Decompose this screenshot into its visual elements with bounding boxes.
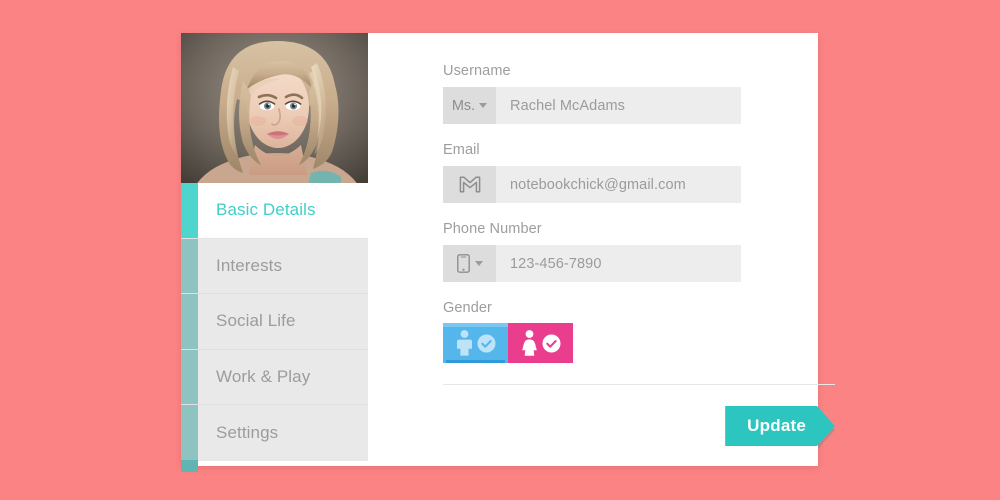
profile-photo — [181, 33, 368, 183]
indicator-bar — [181, 294, 198, 349]
email-label: Email — [443, 142, 480, 158]
indicator-bar — [181, 405, 198, 461]
sidebar: Basic Details Interests Social Life Work… — [181, 33, 368, 472]
sidebar-item-work-and-play[interactable]: Work & Play — [181, 349, 368, 405]
gender-option-male[interactable] — [443, 323, 508, 363]
sidebar-item-label: Settings — [216, 422, 279, 442]
male-figure-icon — [457, 330, 472, 356]
sidebar-nav: Basic Details Interests Social Life Work… — [181, 183, 368, 461]
gender-option-female[interactable] — [508, 323, 573, 363]
sidebar-item-basic-details[interactable]: Basic Details — [181, 183, 368, 239]
username-label: Username — [443, 63, 511, 79]
gmail-icon — [443, 166, 496, 203]
email-input-row[interactable]: notebookchick@gmail.com — [443, 166, 741, 203]
phone-input[interactable]: 123-456-7890 — [496, 245, 741, 282]
email-input[interactable]: notebookchick@gmail.com — [496, 166, 741, 203]
smartphone-icon — [456, 254, 470, 273]
title-select-value: Ms. — [451, 97, 476, 114]
check-circle-icon — [542, 334, 561, 352]
active-indicator-bar — [181, 183, 198, 238]
gender-selector — [443, 323, 789, 363]
sidebar-item-label: Work & Play — [216, 366, 311, 386]
check-circle-icon — [477, 334, 496, 352]
sidebar-item-interests[interactable]: Interests — [181, 238, 368, 294]
username-input-row[interactable]: Ms. Rachel McAdams — [443, 87, 741, 124]
phone-label: Phone Number — [443, 221, 542, 237]
indicator-bar — [181, 349, 198, 404]
sidebar-item-label: Social Life — [216, 311, 296, 331]
sidebar-item-social-life[interactable]: Social Life — [181, 294, 368, 350]
title-select[interactable]: Ms. — [443, 87, 496, 124]
sidebar-item-settings[interactable]: Settings — [181, 405, 368, 461]
sidebar-accent-foot — [181, 460, 198, 472]
username-input[interactable]: Rachel McAdams — [496, 87, 741, 124]
sidebar-item-label: Basic Details — [216, 200, 316, 220]
gender-label: Gender — [443, 300, 492, 316]
form-divider — [443, 384, 835, 385]
female-figure-icon — [522, 330, 537, 356]
indicator-bar — [181, 238, 198, 293]
phone-input-row[interactable]: 123-456-7890 — [443, 245, 741, 282]
phone-type-select[interactable] — [443, 245, 496, 282]
phone-field-group: Phone Number 123-456-7890 — [443, 221, 789, 282]
form-actions: Update — [443, 406, 835, 446]
profile-form: Username Ms. Rachel McAdams Email notebo… — [368, 33, 835, 466]
chevron-down-icon — [474, 261, 483, 266]
sidebar-item-label: Interests — [216, 255, 283, 275]
update-button[interactable]: Update — [725, 406, 835, 446]
email-field-group: Email notebookchick@gmail.com — [443, 142, 789, 203]
gender-field-group: Gender — [443, 300, 789, 363]
profile-card: Basic Details Interests Social Life Work… — [181, 33, 835, 472]
chevron-down-icon — [479, 103, 488, 108]
username-field-group: Username Ms. Rachel McAdams — [443, 63, 789, 124]
